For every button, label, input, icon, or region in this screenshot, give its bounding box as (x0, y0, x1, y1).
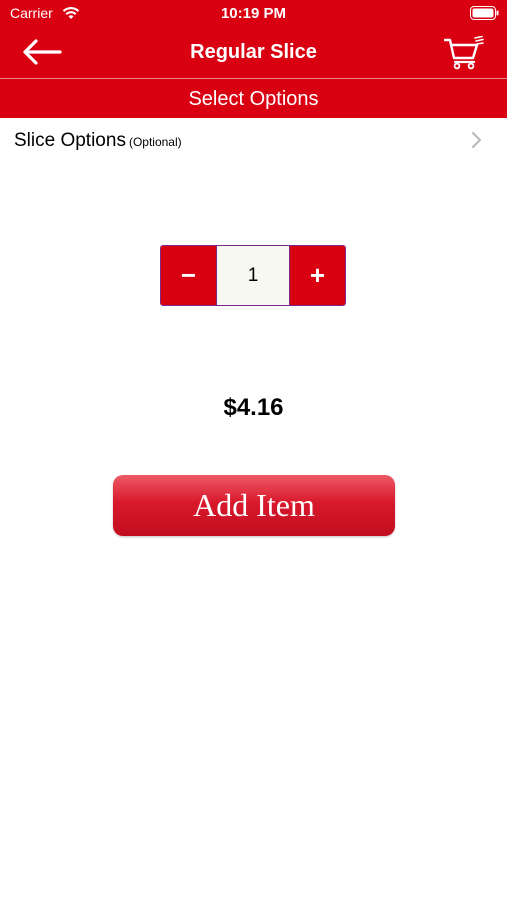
chevron-right-icon (471, 131, 483, 154)
header: Carrier 10:19 PM Regular Slice Select Op… (0, 0, 507, 118)
quantity-value[interactable]: 1 (216, 246, 290, 305)
cart-icon[interactable] (443, 35, 484, 75)
increment-button[interactable]: + (290, 246, 345, 305)
add-item-button[interactable]: Add Item (113, 475, 395, 536)
decrement-button[interactable]: − (161, 246, 216, 305)
slice-options-title: Slice Options (14, 130, 126, 151)
quantity-stepper: − 1 + (160, 245, 346, 306)
battery-icon (470, 6, 500, 25)
optional-note: (Optional) (128, 135, 182, 149)
page-title: Regular Slice (190, 41, 317, 63)
status-bar: Carrier 10:19 PM (0, 0, 507, 28)
clock: 10:19 PM (220, 5, 287, 22)
slice-options-row[interactable]: Slice Options (Optional) (0, 118, 507, 162)
item-price: $4.16 (223, 394, 284, 421)
select-options-header: Select Options (188, 88, 319, 110)
slice-options-label: Slice Options (Optional) (14, 130, 182, 152)
nav-bar: Regular Slice (0, 28, 507, 79)
